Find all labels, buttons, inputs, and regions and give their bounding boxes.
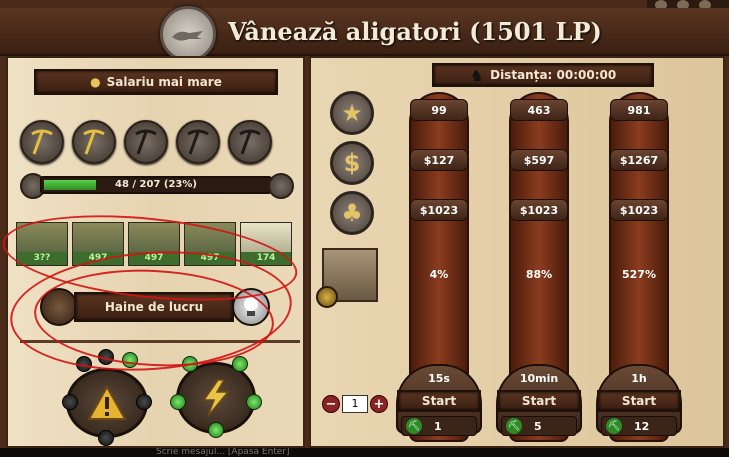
- money-value: $127: [423, 153, 455, 167]
- slot-dot: [136, 394, 152, 410]
- start-button[interactable]: Start: [397, 390, 481, 412]
- xp-reward-label: 99: [410, 99, 468, 121]
- xp-value: 99: [431, 103, 447, 117]
- slot-dot-active: [246, 394, 262, 410]
- horse-rider-icon: ♞: [469, 65, 485, 85]
- money-symbol: $: [343, 149, 361, 177]
- start-button[interactable]: Start: [597, 390, 681, 412]
- money-reward-label: $597: [510, 149, 568, 171]
- luck-symbol: ♣: [341, 199, 363, 227]
- slot-dot-active: [170, 394, 186, 410]
- chat-input-placeholder: Scrie mesajul... [Apasă Enter]: [156, 448, 290, 457]
- duration-text: 1h: [631, 372, 647, 385]
- duration-text: 10min: [519, 372, 559, 385]
- stepper-plus-button[interactable]: +: [370, 395, 388, 413]
- money-icon: $: [330, 141, 374, 185]
- pickaxe-small-icon: ⛏: [606, 418, 622, 434]
- money-reward-label: $127: [410, 149, 468, 171]
- slot-dot-active: [232, 356, 248, 372]
- distance-display: ♞ Distanța: 00:00:00: [432, 63, 654, 87]
- xp-value: 463: [527, 103, 551, 117]
- start-label: Start: [621, 394, 657, 408]
- luck-value: $1023: [519, 203, 559, 217]
- motivation-row: ⛏ 5: [501, 416, 577, 436]
- luck-reward-label: $1023: [610, 199, 668, 221]
- distance-text: Distanța: 00:00:00: [490, 68, 617, 82]
- xp-value: 981: [627, 103, 651, 117]
- stepper-value-field[interactable]: 1: [342, 395, 368, 413]
- slot-dot-active: [208, 422, 224, 438]
- pickaxe-dark-icon[interactable]: [176, 120, 220, 164]
- job-count: 5: [534, 419, 542, 433]
- luck-value: $1023: [619, 203, 659, 217]
- tool-slots: [20, 120, 290, 168]
- alligator-job-icon: [160, 6, 216, 62]
- money-value: $1267: [619, 153, 659, 167]
- duration-text: 15s: [428, 372, 450, 385]
- product-chance-text: 88%: [525, 268, 553, 281]
- gold-nugget-icon: [316, 286, 338, 308]
- xp-star-icon: ★: [330, 91, 374, 135]
- product-chance-text: 4%: [429, 268, 449, 281]
- luck-reward-label: $1023: [410, 199, 468, 221]
- start-label: Start: [521, 394, 557, 408]
- pickaxe-small-icon: ⛏: [406, 418, 422, 434]
- xp-reward-label: 463: [510, 99, 568, 121]
- luck-reward-label: $1023: [510, 199, 568, 221]
- pickaxe-gold-small-icon: [268, 173, 294, 199]
- pickaxe-gold-icon[interactable]: [20, 120, 64, 164]
- luck-clover-icon: ♣: [330, 191, 374, 235]
- window-title: Vânează aligatori (1501 LP): [228, 17, 602, 46]
- luck-value: $1023: [419, 203, 459, 217]
- stepper-minus-button[interactable]: −: [322, 395, 340, 413]
- chat-bar[interactable]: Scrie mesajul... [Apasă Enter]: [0, 448, 729, 457]
- pickaxe-dark-icon[interactable]: [124, 120, 168, 164]
- coins-icon: ●: [90, 75, 101, 89]
- job-count: 12: [634, 419, 650, 433]
- slot-dot: [98, 430, 114, 446]
- xp-progress-text: 48 / 207 (23%): [115, 179, 197, 190]
- slot-dot: [62, 394, 78, 410]
- money-value: $597: [523, 153, 555, 167]
- pickaxe-dark-icon[interactable]: [228, 120, 272, 164]
- start-button[interactable]: Start: [497, 390, 581, 412]
- xp-symbol: ★: [341, 99, 363, 127]
- higher-wage-button[interactable]: ● Salariu mai mare: [34, 69, 278, 95]
- xp-reward-label: 981: [610, 99, 668, 121]
- xp-progress-bar: 48 / 207 (23%): [40, 176, 272, 194]
- pickaxe-gold-icon[interactable]: [72, 120, 116, 164]
- start-label: Start: [421, 394, 457, 408]
- higher-wage-label: Salariu mai mare: [106, 75, 222, 89]
- job-count: 1: [434, 419, 442, 433]
- motivation-row: ⛏ 1: [401, 416, 477, 436]
- money-reward-label: $1267: [610, 149, 668, 171]
- motivation-row: ⛏ 12: [601, 416, 677, 436]
- pickaxe-small-icon: ⛏: [506, 418, 522, 434]
- product-chance-text: 527%: [622, 268, 656, 281]
